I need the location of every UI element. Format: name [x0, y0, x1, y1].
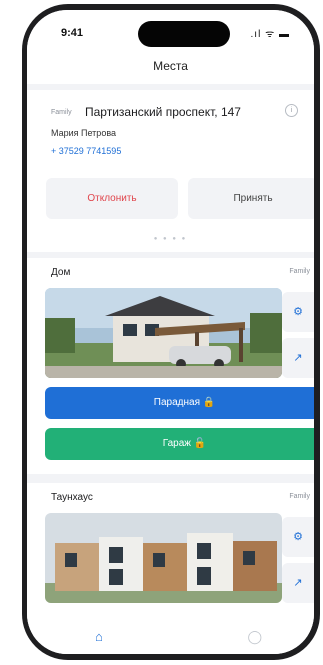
request-tag: Family: [51, 109, 72, 116]
garage-button[interactable]: Гараж 🔓: [45, 428, 314, 460]
screen: 9:41 .ıl ᯤ ▬ Места Family Партизанский п…: [27, 10, 314, 654]
status-bar: 9:41 .ıl ᯤ ▬: [27, 10, 314, 50]
status-time: 9:41: [61, 27, 84, 39]
share-icon: ↗: [293, 577, 303, 589]
gear-icon: ⚙: [293, 306, 303, 318]
request-name: Мария Петрова: [51, 128, 117, 138]
info-icon[interactable]: i: [285, 104, 298, 117]
gear-icon: ⚙: [293, 531, 303, 543]
dynamic-island: [138, 21, 230, 47]
place-share-button[interactable]: ↗: [282, 563, 314, 603]
tab-bar: ⌂ ◯: [27, 623, 314, 654]
request-address: Партизанский проспект, 147: [85, 105, 241, 119]
place-title: Дом: [51, 267, 71, 278]
share-icon: ↗: [293, 352, 303, 364]
access-request-card: Family Партизанский проспект, 147 i Мари…: [27, 90, 314, 252]
place-card-townhouse: Таунхаус Family ⚙ ↗: [27, 483, 314, 623]
place-title: Таунхаус: [51, 492, 93, 503]
place-tag: Family: [289, 268, 310, 275]
place-settings-button[interactable]: ⚙: [282, 292, 314, 332]
place-share-button[interactable]: ↗: [282, 338, 314, 378]
decline-button[interactable]: Отклонить: [46, 178, 178, 219]
place-card-home: Дом Family ⚙ ↗ Парадная 🔒 Гараж 🔓: [27, 258, 314, 474]
place-tag: Family: [289, 493, 310, 500]
page-title: Места: [153, 59, 188, 73]
profile-icon[interactable]: ◯: [247, 629, 262, 645]
request-phone[interactable]: + 37529 7741595: [51, 146, 121, 156]
place-settings-button[interactable]: ⚙: [282, 517, 314, 557]
house-photo: [45, 288, 282, 378]
status-icons: .ıl ᯤ ▬: [250, 29, 290, 40]
home-icon[interactable]: ⌂: [95, 629, 103, 644]
front-door-button[interactable]: Парадная 🔒: [45, 387, 314, 419]
townhouse-photo: [45, 513, 282, 603]
nav-bar: Места: [27, 50, 314, 84]
pager-dots: ● ● ● ●: [153, 236, 188, 242]
accept-button[interactable]: Принять: [188, 178, 314, 219]
